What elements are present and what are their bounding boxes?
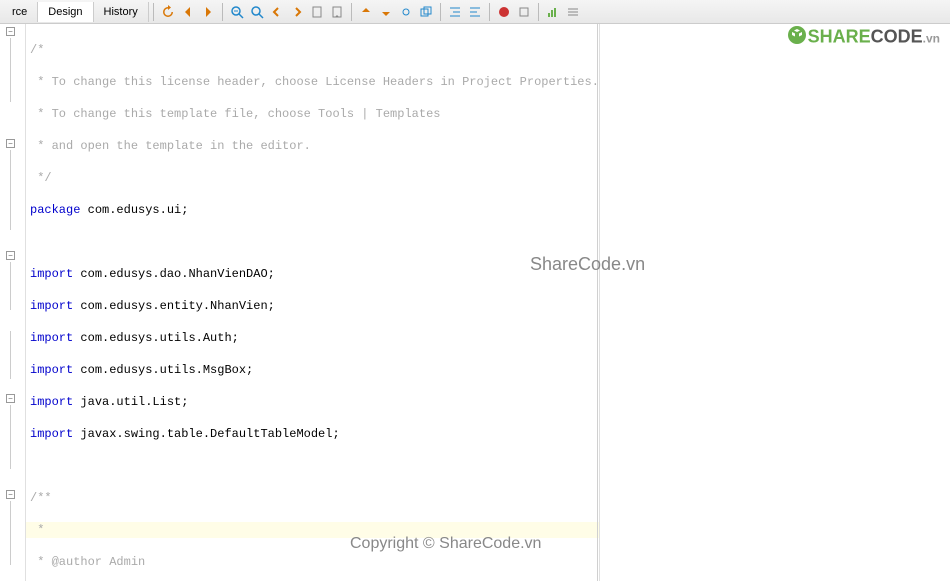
keyword: package — [30, 203, 80, 217]
comment: * @author Admin — [30, 555, 145, 569]
zoom-in-icon[interactable] — [249, 4, 265, 20]
comment: /* — [30, 43, 44, 57]
vertical-divider[interactable] — [597, 24, 598, 581]
text: com.edusys.utils.Auth; — [73, 331, 239, 345]
fold-line — [10, 150, 11, 230]
bookmark-icon[interactable] — [309, 4, 325, 20]
fold-line — [10, 262, 11, 310]
nav-next-icon[interactable] — [289, 4, 305, 20]
keyword: import — [30, 331, 73, 345]
text: com.edusys.dao.NhanVienDAO; — [73, 267, 275, 281]
separator — [440, 3, 441, 21]
fold-toggle[interactable]: − — [6, 251, 15, 260]
separator — [351, 3, 352, 21]
fold-toggle[interactable]: − — [6, 394, 15, 403]
toolbar: rce Design History — [0, 0, 950, 24]
chart-icon[interactable] — [545, 4, 561, 20]
keyword: import — [30, 363, 73, 377]
fold-line — [10, 38, 11, 102]
logo: SHARECODE.vn — [786, 24, 940, 51]
separator — [538, 3, 539, 21]
comment: */ — [30, 171, 52, 185]
fold-toggle[interactable]: − — [6, 139, 15, 148]
comment: * and open the template in the editor. — [30, 139, 311, 153]
editor-area: − − − − − /* * To change this license he… — [0, 24, 950, 581]
code-editor[interactable]: /* * To change this license header, choo… — [26, 24, 600, 581]
comment: /** — [30, 491, 52, 505]
gutter: − − − − − — [0, 24, 26, 581]
fold-line — [10, 501, 11, 565]
outdent-icon[interactable] — [467, 4, 483, 20]
logo-vn: .vn — [923, 31, 940, 45]
fold-toggle[interactable]: − — [6, 27, 15, 36]
keyword: import — [30, 427, 73, 441]
comment: * To change this template file, choose T… — [30, 107, 440, 121]
back-icon[interactable] — [180, 4, 196, 20]
list-icon[interactable] — [565, 4, 581, 20]
shift-up-icon[interactable] — [358, 4, 374, 20]
fold-line — [10, 405, 11, 469]
dup-icon[interactable] — [418, 4, 434, 20]
nav-prev-icon[interactable] — [269, 4, 285, 20]
link-icon[interactable] — [398, 4, 414, 20]
shift-down-icon[interactable] — [378, 4, 394, 20]
bookmark2-icon[interactable] — [329, 4, 345, 20]
logo-icon — [786, 24, 808, 51]
text: com.edusys.ui; — [80, 203, 188, 217]
keyword: import — [30, 395, 73, 409]
tab-source[interactable]: rce — [2, 2, 38, 22]
keyword: import — [30, 267, 73, 281]
text: javax.swing.table.DefaultTableModel; — [73, 427, 339, 441]
indent-icon[interactable] — [447, 4, 463, 20]
record-icon[interactable] — [496, 4, 512, 20]
text: com.edusys.entity.NhanVien; — [73, 299, 275, 313]
tab-design[interactable]: Design — [38, 2, 93, 22]
separator — [222, 3, 223, 21]
separator — [153, 3, 154, 21]
text: com.edusys.utils.MsgBox; — [73, 363, 253, 377]
keyword: import — [30, 299, 73, 313]
stop-icon[interactable] — [516, 4, 532, 20]
text: java.util.List; — [73, 395, 188, 409]
tab-history[interactable]: History — [94, 2, 149, 22]
fold-line — [10, 331, 11, 379]
zoom-out-icon[interactable] — [229, 4, 245, 20]
logo-share: SHARE — [808, 26, 871, 46]
refresh-icon[interactable] — [160, 4, 176, 20]
fold-toggle[interactable]: − — [6, 490, 15, 499]
comment: * — [30, 523, 44, 537]
separator — [489, 3, 490, 21]
forward-icon[interactable] — [200, 4, 216, 20]
logo-code: CODE — [871, 26, 923, 46]
right-panel — [600, 24, 950, 581]
comment: * To change this license header, choose … — [30, 75, 599, 89]
